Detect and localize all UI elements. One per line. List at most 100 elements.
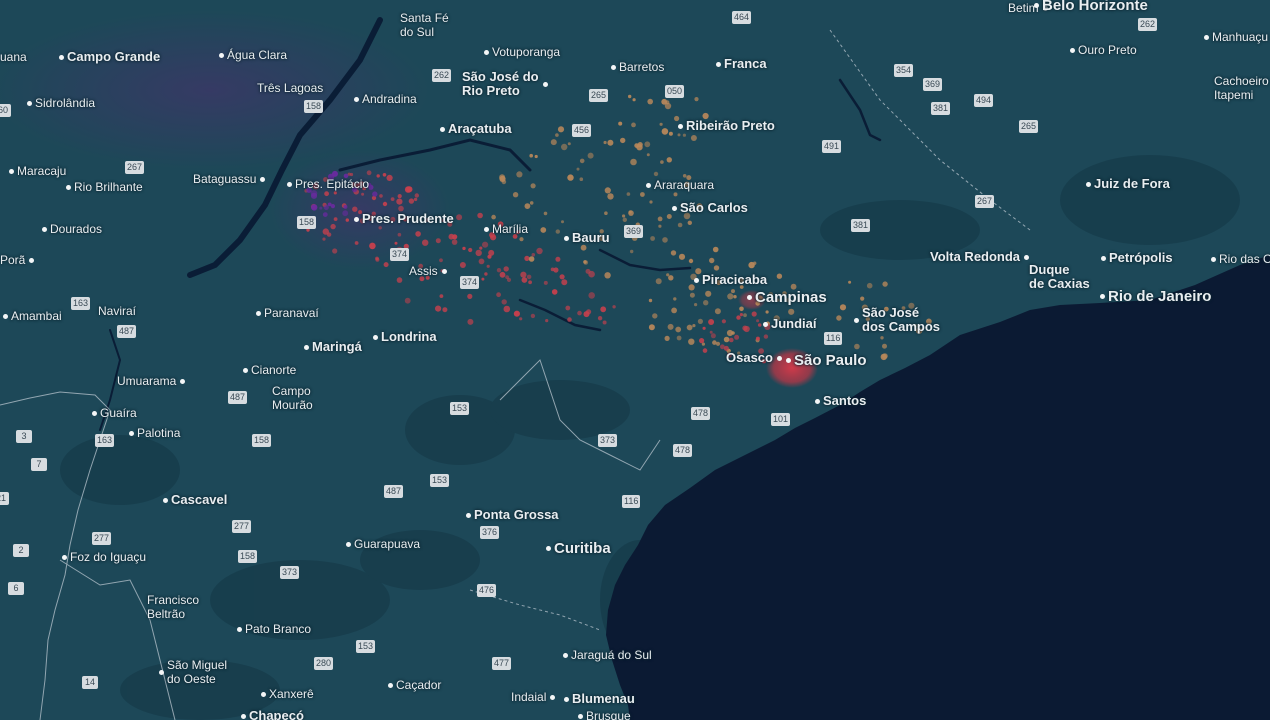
heat-dot: [516, 171, 523, 178]
city-label-sao-paulo[interactable]: São Paulo: [786, 352, 867, 369]
city-label-foz-do-iguacu[interactable]: Foz do Iguaçu: [62, 550, 146, 564]
heat-dot: [481, 277, 485, 281]
city-label-andradina[interactable]: Andradina: [354, 92, 417, 106]
city-label-franca[interactable]: Franca: [716, 57, 767, 71]
city-name: Belo Horizonte: [1042, 0, 1148, 14]
city-name: Pato Branco: [245, 622, 312, 636]
heat-dot: [686, 324, 693, 331]
city-label-duque-de-caxias[interactable]: Duque de Caxias: [1029, 263, 1090, 291]
city-label-brusque[interactable]: Brusque: [578, 709, 631, 720]
city-label-bataguassu[interactable]: Bataguassu: [193, 172, 266, 186]
map-viewport[interactable]: uana Campo Grande Água Clara Santa Fé do Su…: [0, 0, 1270, 720]
city-label-curitiba[interactable]: Curitiba: [546, 540, 611, 557]
city-label-petropolis[interactable]: Petrópolis: [1101, 251, 1173, 265]
city-label-juiz-de-fora[interactable]: Juiz de Fora: [1086, 177, 1170, 191]
city-label-palotina[interactable]: Palotina: [129, 426, 180, 440]
heat-dot: [503, 266, 509, 272]
city-label-rio-das-o[interactable]: Rio das O: [1211, 252, 1270, 266]
city-label-sao-jose-dos-campos[interactable]: São José dos Campos: [854, 306, 940, 334]
heat-dot: [702, 348, 708, 353]
city-label-guaira[interactable]: Guaíra: [92, 406, 137, 420]
city-label-maracaju[interactable]: Maracaju: [9, 164, 66, 178]
city-label-pres-epitacio[interactable]: Pres. Epitácio: [287, 177, 369, 191]
city-label-pora[interactable]: Porã: [0, 253, 35, 267]
city-label-jundiai[interactable]: Jundiaí: [763, 317, 817, 331]
city-label-cianorte[interactable]: Cianorte: [243, 363, 296, 377]
city-label-campo-grande[interactable]: Campo Grande: [59, 50, 160, 64]
city-dot-icon: [1100, 293, 1105, 299]
city-label-pato-branco[interactable]: Pato Branco: [237, 622, 312, 636]
city-label-campinas[interactable]: Campinas: [747, 289, 827, 306]
city-name: São Miguel do Oeste: [167, 658, 228, 686]
city-name: Piracicaba: [702, 272, 768, 287]
city-label-londrina[interactable]: Londrina: [373, 330, 437, 344]
city-label-ouro-preto[interactable]: Ouro Preto: [1070, 43, 1137, 57]
city-label-araraquara[interactable]: Araraquara: [646, 178, 714, 192]
city-label-bauru[interactable]: Bauru: [564, 231, 610, 245]
road-shield-60: 60: [0, 104, 11, 117]
city-label-blumenau[interactable]: Blumenau: [564, 692, 635, 706]
city-label-cachoeiro-itapemi[interactable]: Cachoeiro Itapemi: [1214, 74, 1269, 102]
city-label-chapeco[interactable]: Chapecó: [241, 709, 304, 720]
city-label-guarapuava[interactable]: Guarapuava: [346, 537, 420, 551]
heat-dot: [567, 317, 572, 322]
city-label-assis[interactable]: Assis: [409, 264, 447, 278]
city-label-navirai[interactable]: Naviraí: [98, 304, 136, 318]
city-label-rio-brilhante[interactable]: Rio Brilhante: [66, 180, 143, 194]
city-label-xanxere[interactable]: Xanxerê: [261, 687, 314, 701]
heat-dot: [342, 210, 349, 217]
road-shield-265: 265: [589, 89, 609, 102]
city-label-pres-prudente[interactable]: Pres. Prudente: [354, 212, 454, 226]
city-label-piracicaba[interactable]: Piracicaba: [694, 272, 768, 287]
heat-dot: [682, 133, 687, 137]
city-label-paranavai[interactable]: Paranavaí: [256, 306, 319, 320]
city-name: Indaial: [511, 690, 547, 704]
city-label-sao-miguel-do-oeste[interactable]: São Miguel do Oeste: [159, 658, 228, 686]
heat-dot: [588, 270, 595, 278]
heat-dot: [326, 232, 332, 237]
city-label-amambai[interactable]: Amambai: [3, 309, 62, 323]
city-label-belo-horizonte[interactable]: Belo Horizonte: [1034, 0, 1148, 14]
city-label-sao-carlos[interactable]: São Carlos: [672, 201, 748, 215]
city-dot-icon: [440, 126, 445, 132]
heat-dot: [559, 274, 565, 280]
city-label-maringa[interactable]: Maringá: [304, 340, 362, 354]
city-label-uana[interactable]: uana: [0, 50, 27, 64]
heat-dot: [628, 210, 632, 214]
city-label-sao-jose-do-rio-preto[interactable]: São José do Rio Preto: [462, 70, 548, 98]
city-label-agua-clara[interactable]: Água Clara: [219, 48, 287, 62]
heat-dot: [650, 236, 655, 241]
city-label-ribeirao-preto[interactable]: Ribeirão Preto: [678, 119, 775, 133]
city-dot-icon: [678, 123, 683, 129]
city-label-marilia[interactable]: Marília: [484, 222, 529, 236]
city-name: Marília: [492, 222, 529, 236]
heat-dot: [345, 218, 349, 222]
city-label-barretos[interactable]: Barretos: [611, 60, 664, 74]
city-label-sidrolandia[interactable]: Sidrolândia: [27, 96, 95, 110]
city-label-rio-de-janeiro[interactable]: Rio de Janeiro: [1100, 288, 1211, 305]
city-label-votuporanga[interactable]: Votuporanga: [484, 45, 560, 59]
heat-dot: [550, 139, 557, 146]
heat-dot: [488, 249, 495, 256]
city-label-dourados[interactable]: Dourados: [42, 222, 102, 236]
city-label-cascavel[interactable]: Cascavel: [163, 493, 227, 507]
city-label-ponta-grossa[interactable]: Ponta Grossa: [466, 508, 559, 522]
heat-dot: [528, 256, 535, 262]
city-label-aracatuba[interactable]: Araçatuba: [440, 122, 512, 136]
city-label-santos[interactable]: Santos: [815, 394, 866, 408]
heat-dot: [688, 258, 694, 264]
city-label-jaragua-do-sul[interactable]: Jaraguá do Sul: [563, 648, 652, 662]
city-label-francisco-beltrao[interactable]: Francisco Beltrão: [147, 593, 199, 621]
city-label-volta-redonda[interactable]: Volta Redonda: [930, 250, 1030, 264]
city-label-campo-mourao[interactable]: Campo Mourão: [272, 384, 313, 412]
city-label-umuarama[interactable]: Umuarama: [117, 374, 186, 388]
city-label-santa-fe-do-sul[interactable]: Santa Fé do Sul: [400, 11, 449, 39]
heat-dot: [632, 98, 636, 102]
city-label-indaial[interactable]: Indaial: [511, 690, 556, 704]
city-label-osasco[interactable]: Osasco: [726, 351, 782, 365]
heat-haze-west: [0, 10, 430, 170]
city-label-tres-lagoas[interactable]: Três Lagoas: [257, 81, 323, 95]
city-label-manhuacu[interactable]: Manhuaçu: [1204, 30, 1268, 44]
city-dot-icon: [59, 54, 64, 60]
city-label-cacador[interactable]: Caçador: [388, 678, 441, 692]
